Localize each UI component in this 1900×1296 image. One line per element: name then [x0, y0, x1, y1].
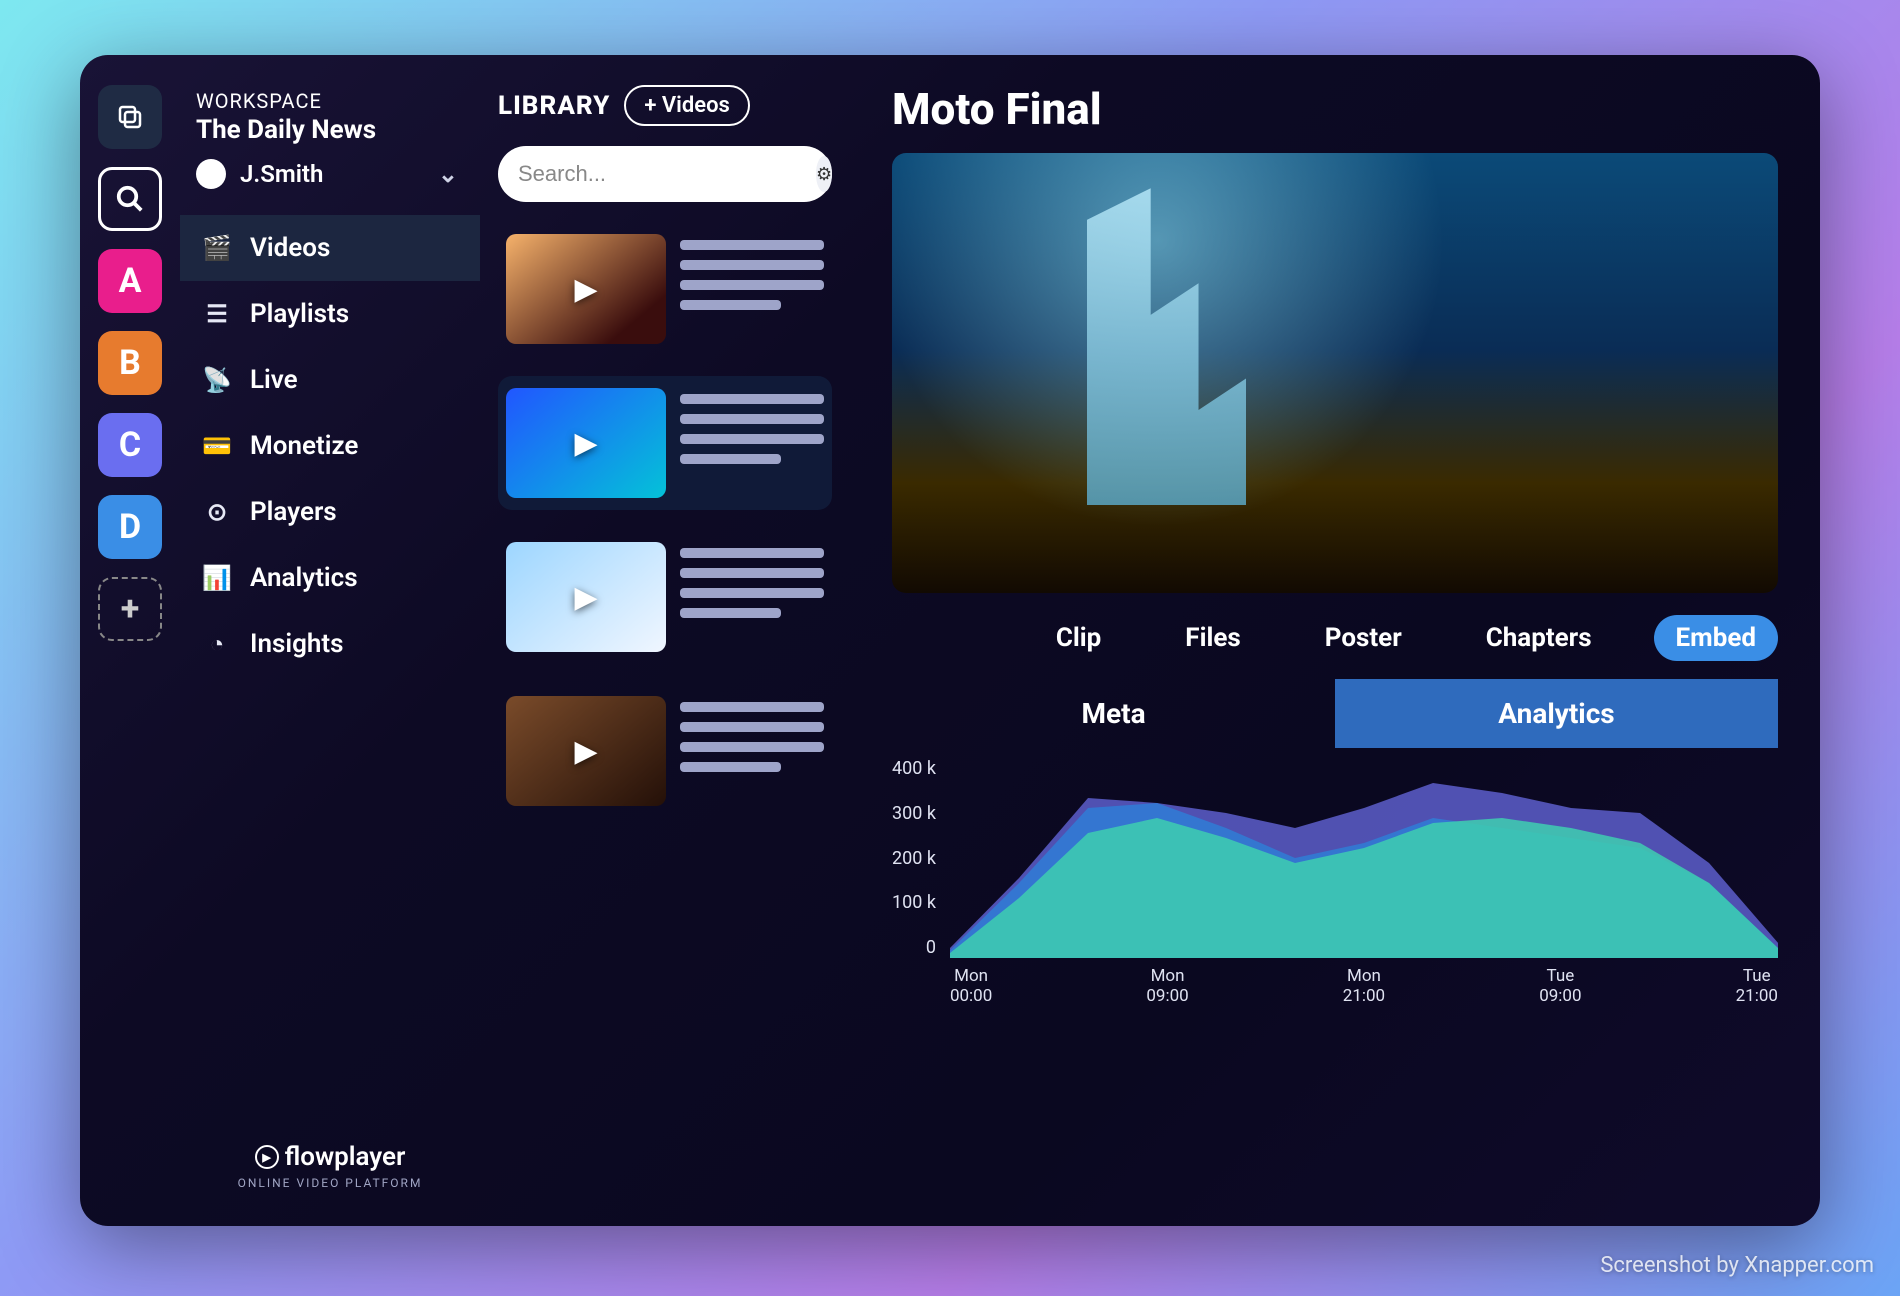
search-input[interactable] [518, 161, 806, 187]
screenshot-watermark: Screenshot by Xnapper.com [1600, 1253, 1874, 1278]
analytics-chart: 400 k 300 k 200 k 100 k 0 Mon 00:00 Mon … [892, 758, 1778, 1006]
rail-workspace-c[interactable]: C [98, 413, 162, 477]
filter-icon[interactable]: ⚙ [816, 156, 832, 192]
sidebar-item-live[interactable]: 📡 Live [180, 347, 480, 413]
sidebar-item-label: Live [250, 365, 298, 395]
avatar [196, 159, 226, 189]
library-item[interactable]: ▶ [498, 222, 832, 356]
rail-search[interactable] [98, 167, 162, 231]
app-window: A B C D + WORKSPACE The Daily News J.Smi… [80, 55, 1820, 1226]
video-meta-placeholder [680, 234, 824, 310]
tab-files[interactable]: Files [1163, 615, 1262, 661]
play-icon: ▶ [506, 696, 666, 806]
pie-icon: ◔ [202, 630, 232, 659]
chart-icon: 📊 [202, 564, 232, 592]
sidebar-item-label: Playlists [250, 299, 349, 329]
main-panel: Moto Final Clip Files Poster Chapters Em… [850, 55, 1820, 1226]
tab-poster[interactable]: Poster [1303, 615, 1424, 661]
play-icon: ▶ [506, 388, 666, 498]
add-videos-button[interactable]: + Videos [624, 85, 750, 126]
workspace-title: The Daily News [196, 115, 480, 145]
video-meta-placeholder [680, 696, 824, 772]
rail-home[interactable] [98, 85, 162, 149]
video-thumbnail: ▶ [506, 388, 666, 498]
panel-tab-analytics[interactable]: Analytics [1335, 679, 1778, 748]
video-meta-placeholder [680, 388, 824, 464]
area-chart-svg [950, 758, 1778, 958]
workspace-rail: A B C D + [80, 55, 180, 1226]
list-icon: ☰ [202, 300, 232, 328]
play-circle-icon: ⊙ [202, 498, 232, 526]
video-thumbnail: ▶ [506, 696, 666, 806]
rail-add-workspace[interactable]: + [98, 577, 162, 641]
video-meta-placeholder [680, 542, 824, 618]
asset-tabs: Clip Files Poster Chapters Embed [892, 615, 1778, 661]
tab-embed[interactable]: Embed [1654, 615, 1778, 661]
chart-x-labels: Mon 00:00 Mon 09:00 Mon 21:00 Tue 09:00 … [950, 966, 1778, 1006]
brand-footer: ▶ flowplayer ONLINE VIDEO PLATFORM [180, 1112, 480, 1226]
brand-subtitle: ONLINE VIDEO PLATFORM [180, 1176, 480, 1190]
sidebar-item-playlists[interactable]: ☰ Playlists [180, 281, 480, 347]
search-box[interactable]: ⚙ [498, 146, 832, 202]
panel-tab-meta[interactable]: Meta [892, 679, 1335, 748]
rail-workspace-b[interactable]: B [98, 331, 162, 395]
video-preview[interactable] [892, 153, 1778, 593]
rail-workspace-d[interactable]: D [98, 495, 162, 559]
play-icon: ▶ [506, 542, 666, 652]
sidebar-item-label: Analytics [250, 563, 358, 593]
panel-tabs: Meta Analytics [892, 679, 1778, 748]
tab-chapters[interactable]: Chapters [1464, 615, 1614, 661]
sidebar-item-players[interactable]: ⊙ Players [180, 479, 480, 545]
sidebar-item-insights[interactable]: ◔ Insights [180, 611, 480, 677]
brand-play-icon: ▶ [255, 1145, 279, 1169]
library-item[interactable]: ▶ [498, 376, 832, 510]
brand-name: flowplayer [285, 1142, 406, 1172]
sidebar-item-label: Videos [250, 233, 330, 263]
workspace-user-switcher[interactable]: J.Smith ⌄ [196, 159, 480, 189]
sidebar-item-label: Monetize [250, 431, 358, 461]
sidebar-item-label: Insights [250, 629, 344, 659]
video-title: Moto Final [892, 83, 1778, 135]
wallet-icon: 💳 [202, 432, 232, 460]
live-icon: 📡 [202, 366, 232, 394]
user-name: J.Smith [240, 160, 323, 188]
library-title: LIBRARY [498, 91, 610, 121]
clapper-icon: 🎬 [202, 234, 232, 262]
video-thumbnail: ▶ [506, 234, 666, 344]
library-item[interactable]: ▶ [498, 684, 832, 818]
chevron-down-icon: ⌄ [438, 160, 458, 188]
sidebar-item-label: Players [250, 497, 337, 527]
library-item[interactable]: ▶ [498, 530, 832, 664]
play-icon: ▶ [506, 234, 666, 344]
sidebar: WORKSPACE The Daily News J.Smith ⌄ 🎬 Vid… [180, 55, 480, 1226]
sidebar-item-analytics[interactable]: 📊 Analytics [180, 545, 480, 611]
sidebar-item-monetize[interactable]: 💳 Monetize [180, 413, 480, 479]
tab-clip[interactable]: Clip [1034, 615, 1123, 661]
chart-y-labels: 400 k 300 k 200 k 100 k 0 [892, 758, 940, 958]
video-thumbnail: ▶ [506, 542, 666, 652]
sidebar-item-videos[interactable]: 🎬 Videos [180, 215, 480, 281]
workspace-eyebrow: WORKSPACE [196, 89, 480, 113]
library-column: LIBRARY + Videos ⚙ ▶ ▶ ▶ ▶ [480, 55, 850, 1226]
rail-workspace-a[interactable]: A [98, 249, 162, 313]
